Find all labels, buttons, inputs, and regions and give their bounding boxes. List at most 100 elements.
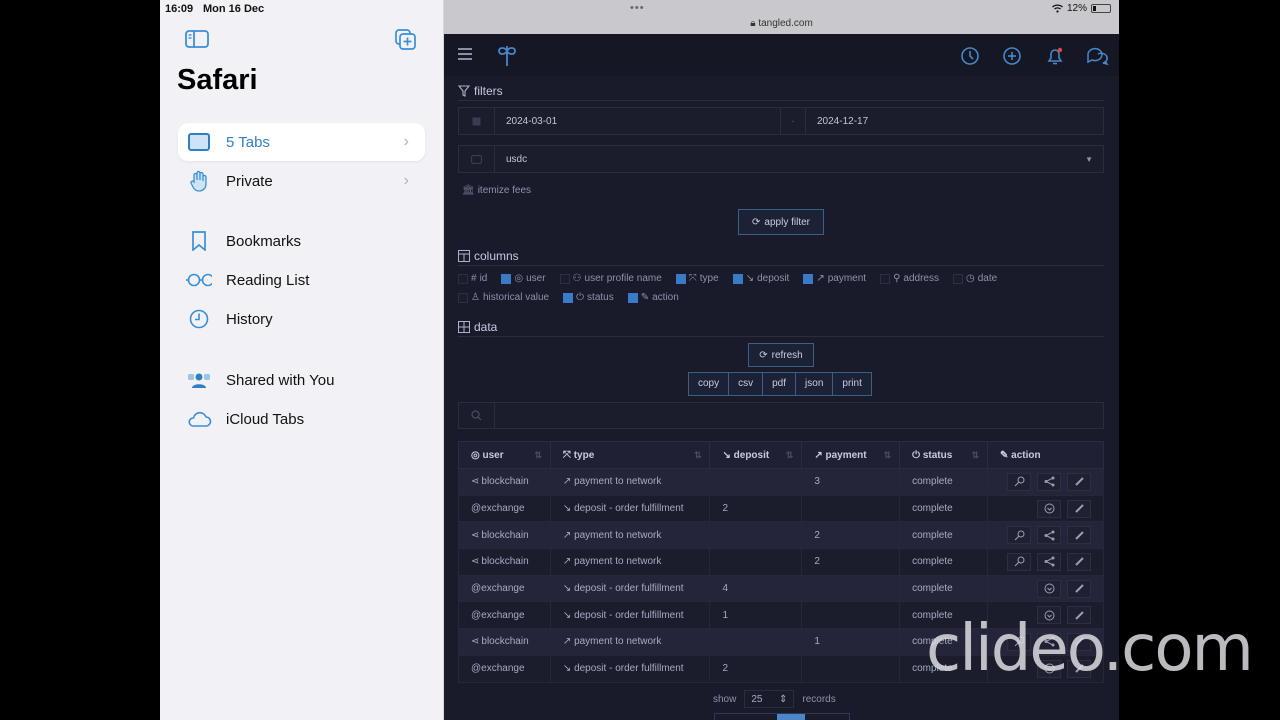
column-checkbox[interactable] — [627, 292, 638, 303]
sidebar-item-shared[interactable]: Shared with You — [178, 361, 425, 399]
tangled-logo-icon[interactable] — [496, 44, 516, 66]
multitasking-dots[interactable]: ••• — [630, 2, 645, 14]
header-glyph-icon: ⤧ — [562, 449, 571, 461]
key-action-icon[interactable] — [1007, 552, 1031, 571]
column-checkbox[interactable] — [952, 273, 963, 284]
column-toggle-date[interactable]: ◷ date — [952, 273, 997, 284]
column-header-status[interactable]: ⏻ status ⇅ — [899, 441, 988, 469]
column-toggle-action[interactable]: ✎ action — [627, 292, 679, 303]
sort-icon[interactable]: ⇅ — [694, 450, 702, 461]
date-to-field[interactable]: 2024-12-17 — [805, 107, 1104, 135]
share-action-icon[interactable] — [1037, 472, 1061, 491]
cell-payment — [801, 494, 901, 523]
column-header-type[interactable]: ⤧ type ⇅ — [549, 441, 711, 469]
sidebar-toggle-icon[interactable] — [185, 29, 209, 51]
browser-chrome: ••• 🔒︎ tangled.com 12% — [444, 0, 1119, 34]
sidebar-item-bookmarks[interactable]: Bookmarks — [178, 222, 425, 260]
sort-icon[interactable]: ⇅ — [534, 450, 542, 461]
cell-user[interactable]: ⋖ blockchain — [458, 548, 551, 576]
column-toggle-id[interactable]: # id — [458, 273, 487, 284]
column-checkbox[interactable] — [803, 273, 814, 284]
refresh-icon: ⟳ — [759, 349, 768, 361]
column-checkbox[interactable] — [458, 292, 468, 303]
copy-button[interactable]: copy — [689, 373, 730, 395]
share-action-icon[interactable] — [1037, 552, 1061, 571]
cell-user[interactable]: ⋖ blockchain — [458, 521, 551, 550]
tabs-icon — [186, 131, 212, 153]
column-toggle-status[interactable]: ⏻ status — [563, 292, 614, 303]
sidebar-item-reading-list[interactable]: Reading List — [178, 261, 425, 299]
column-toggle-payment[interactable]: ↗ payment — [803, 273, 866, 284]
json-button[interactable]: json — [796, 373, 834, 395]
column-checkbox[interactable] — [880, 273, 891, 284]
column-checkbox[interactable] — [458, 273, 468, 284]
edit-action-icon[interactable] — [1067, 499, 1091, 518]
notifications-icon[interactable] — [1045, 46, 1065, 66]
column-header-user[interactable]: ◎ user ⇅ — [458, 441, 551, 469]
edit-action-icon[interactable] — [1067, 552, 1091, 571]
column-toggle-user[interactable]: ◎ user — [501, 273, 546, 284]
menu-icon[interactable] — [458, 48, 472, 63]
column-checkbox[interactable] — [501, 273, 512, 284]
current-page-button[interactable] — [777, 714, 805, 720]
sort-icon[interactable]: ⇅ — [786, 450, 794, 461]
edit-action-icon[interactable] — [1067, 526, 1091, 545]
download-action-icon[interactable] — [1037, 499, 1061, 518]
column-toggle-historical-value[interactable]: ♙ historical value — [458, 292, 549, 303]
edit-action-icon[interactable] — [1067, 472, 1091, 491]
column-toggle-type[interactable]: ⤧ type — [675, 273, 719, 284]
column-toggle-deposit[interactable]: ↘ deposit — [732, 273, 790, 284]
column-header-action[interactable]: ✎ action — [986, 441, 1105, 469]
date-from-field[interactable]: 2024-03-01 — [458, 107, 781, 135]
header-glyph-icon: ✎ — [999, 449, 1009, 461]
column-checkbox[interactable] — [563, 292, 574, 303]
column-checkbox[interactable] — [732, 273, 743, 284]
column-toggle-user-profile-name[interactable]: ⚇ user profile name — [559, 273, 662, 284]
key-action-icon[interactable] — [1007, 472, 1031, 491]
sort-icon[interactable]: ⇅ — [971, 450, 979, 461]
column-header-payment[interactable]: ↗ payment ⇅ — [801, 441, 901, 469]
currency-select[interactable]: usdc ▼ — [458, 145, 1104, 173]
pdf-button[interactable]: pdf — [763, 373, 797, 395]
column-checkbox[interactable] — [559, 273, 570, 284]
table-search-field[interactable] — [458, 402, 1104, 429]
table-row: ⋖ blockchain ↗ payment to network 3 complete — [458, 468, 1105, 496]
sort-icon[interactable]: ⇅ — [884, 450, 892, 461]
column-toggle-address[interactable]: ⚲ address — [880, 273, 939, 284]
url-bar[interactable]: 🔒︎ tangled.com — [444, 18, 1119, 29]
column-glyph-icon: ⚲ — [893, 273, 901, 284]
key-action-icon[interactable] — [1007, 526, 1031, 545]
print-button[interactable]: print — [833, 373, 871, 395]
watermark: clideo.com — [926, 612, 1254, 686]
sidebar-item-tabs[interactable]: 5 Tabs › — [178, 123, 425, 161]
sidebar-item-icloud-tabs[interactable]: iCloud Tabs — [178, 400, 425, 438]
cell-user[interactable]: ⋖ blockchain — [458, 468, 551, 496]
page-size-select[interactable]: 25 ⇕ — [744, 690, 795, 708]
sidebar-item-history[interactable]: History — [178, 300, 425, 338]
itemize-fees-option[interactable]: 🏛︎ itemize fees — [458, 185, 531, 196]
edit-action-icon[interactable] — [1067, 579, 1091, 598]
column-header-deposit[interactable]: ↘ deposit ⇅ — [709, 441, 803, 469]
user-text: blockchain — [481, 556, 529, 568]
refresh-button[interactable]: ⟳ refresh — [748, 343, 814, 367]
apply-filter-button[interactable]: ⟳ apply filter — [738, 209, 824, 235]
add-icon[interactable] — [1002, 46, 1022, 66]
csv-button[interactable]: csv — [729, 373, 764, 395]
cell-user[interactable]: ⋖ blockchain — [458, 628, 551, 656]
history-icon[interactable] — [960, 46, 980, 66]
cell-user[interactable]: @exchange — [458, 574, 551, 603]
chevron-right-icon: › — [403, 133, 409, 150]
cell-user[interactable]: @exchange — [458, 601, 551, 630]
column-toggle-label: deposit — [757, 273, 790, 284]
share-action-icon[interactable] — [1037, 526, 1061, 545]
sidebar-item-private[interactable]: Private › — [178, 162, 425, 200]
download-action-icon[interactable] — [1037, 579, 1061, 598]
table-search-input[interactable] — [495, 403, 1103, 428]
cell-user[interactable]: @exchange — [458, 494, 551, 523]
user-text: blockchain — [481, 529, 529, 541]
column-checkbox[interactable] — [675, 273, 686, 284]
header-glyph-icon: ↗ — [814, 449, 823, 461]
cell-user[interactable]: @exchange — [458, 654, 551, 683]
new-tab-group-icon[interactable] — [395, 29, 419, 51]
chat-icon[interactable] — [1086, 46, 1110, 66]
